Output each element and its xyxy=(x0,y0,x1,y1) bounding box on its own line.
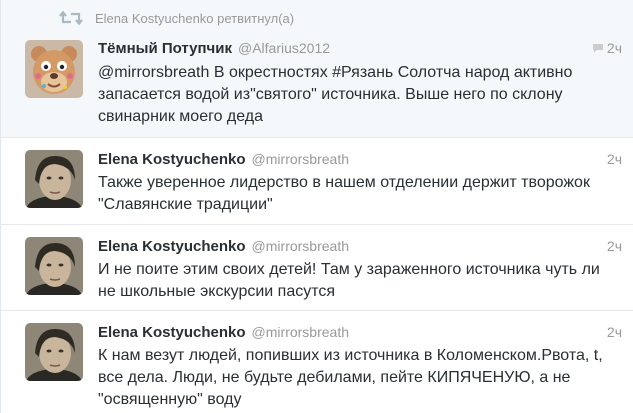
portrait-avatar-icon xyxy=(25,237,83,295)
tweet-username[interactable]: @mirrorsbreath xyxy=(252,324,349,340)
retweet-icon xyxy=(59,10,83,26)
tweet-item[interactable]: Elena Kostyuchenko @mirrorsbreath 2ч К н… xyxy=(1,311,633,413)
portrait-avatar-icon xyxy=(25,323,83,381)
tweet-header: Elena Kostyuchenko @mirrorsbreath 2ч xyxy=(98,238,622,255)
tweet-time[interactable]: 2ч xyxy=(607,324,622,340)
tweet-header: Elena Kostyuchenko @mirrorsbreath 2ч xyxy=(98,151,622,168)
tweet-time-container: 2ч xyxy=(607,151,622,167)
retweet-label[interactable]: Elena Kostyuchenko ретвитнул(а) xyxy=(95,11,294,26)
tweet-item[interactable]: Elena Kostyuchenko @mirrorsbreath 2ч И н… xyxy=(1,225,633,311)
tweet-text: @mirrorsbreath В окрестностях #Рязань Со… xyxy=(98,64,573,125)
tweet-time[interactable]: 2ч xyxy=(607,151,622,167)
tweet-username[interactable]: @mirrorsbreath xyxy=(252,238,349,254)
avatar[interactable] xyxy=(25,150,83,208)
tweet-header: Тёмный Потупчик @Alfarius2012 2ч xyxy=(98,40,622,57)
tweet-text: К нам везут людей, попивших из источника… xyxy=(98,347,603,408)
avatar[interactable] xyxy=(25,323,83,381)
conversation-icon xyxy=(592,44,603,53)
tweet-item[interactable]: Elena Kostyuchenko @mirrorsbreath 2ч Так… xyxy=(1,138,633,225)
retweet-context[interactable]: Elena Kostyuchenko ретвитнул(а) xyxy=(59,10,294,26)
tweet-time[interactable]: 2ч xyxy=(607,40,622,56)
bear-avatar-icon xyxy=(25,40,83,98)
tweet-time-container: 2ч xyxy=(592,40,622,56)
tweet-time-container: 2ч xyxy=(607,238,622,254)
avatar[interactable] xyxy=(25,40,83,98)
tweet-time-container: 2ч xyxy=(607,324,622,340)
tweet-item[interactable]: Elena Kostyuchenko ретвитнул(а) Тёмный П… xyxy=(1,0,633,138)
tweet-fullname[interactable]: Тёмный Потупчик xyxy=(98,40,232,57)
portrait-avatar-icon xyxy=(25,150,83,208)
tweet-fullname[interactable]: Elena Kostyuchenko xyxy=(98,238,246,255)
tweet-time[interactable]: 2ч xyxy=(607,238,622,254)
tweet-text: И не поите этим своих детей! Там у зараж… xyxy=(98,261,600,300)
avatar[interactable] xyxy=(25,237,83,295)
tweet-header: Elena Kostyuchenko @mirrorsbreath 2ч xyxy=(98,324,622,341)
tweet-username[interactable]: @Alfarius2012 xyxy=(238,40,330,56)
tweet-username[interactable]: @mirrorsbreath xyxy=(252,151,349,167)
timeline: Elena Kostyuchenko ретвитнул(а) Тёмный П… xyxy=(0,0,633,413)
tweet-fullname[interactable]: Elena Kostyuchenko xyxy=(98,324,246,341)
tweet-text: Также уверенное лидерство в нашем отделе… xyxy=(98,174,590,213)
tweet-fullname[interactable]: Elena Kostyuchenko xyxy=(98,151,246,168)
